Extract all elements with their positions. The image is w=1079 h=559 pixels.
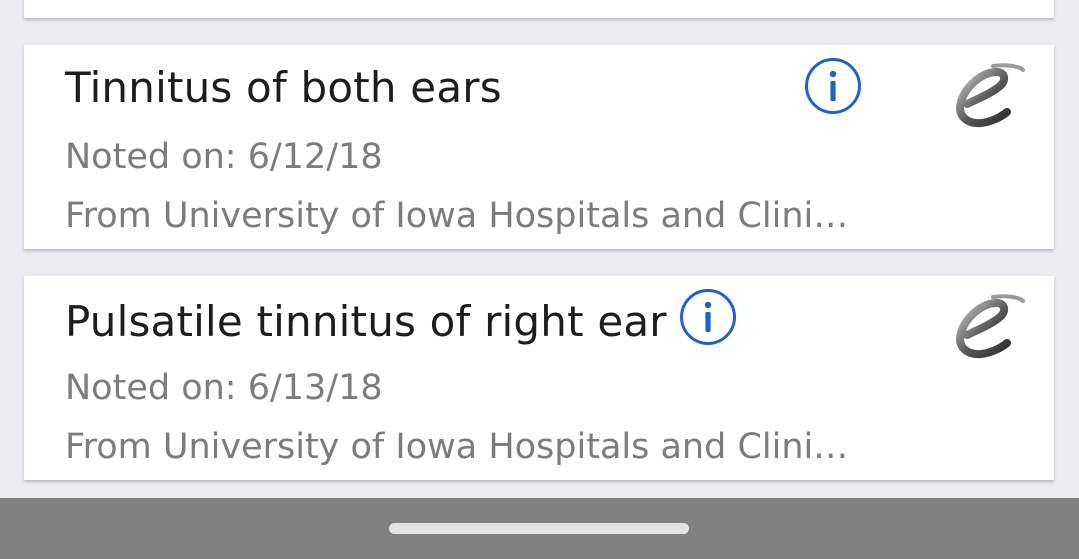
problem-title-row: Tinnitus of both ears [65,67,502,109]
problem-card[interactable]: Tinnitus of both ears Noted on: 6/12/18 … [24,45,1054,249]
info-icon[interactable] [804,57,862,115]
problem-title-row: Pulsatile tinnitus of right ear [65,289,737,346]
epic-logo-icon [949,63,1025,131]
source-organization: From University of Iowa Hospitals and Cl… [65,430,849,465]
problem-card[interactable]: Pulsatile tinnitus of right ear Noted on… [24,276,1054,480]
problem-list-screen: Tinnitus of both ears Noted on: 6/12/18 … [0,0,1079,559]
epic-logo-icon [949,294,1025,362]
system-navigation-bar [0,498,1079,559]
problem-title: Pulsatile tinnitus of right ear [65,297,667,346]
noted-date: Noted on: 6/12/18 [65,137,383,177]
home-handle[interactable] [389,523,689,534]
noted-date: Noted on: 6/13/18 [65,368,383,408]
problem-card-previous[interactable] [24,0,1054,18]
problem-title: Tinnitus of both ears [65,63,502,112]
source-organization: From University of Iowa Hospitals and Cl… [65,199,849,234]
info-icon[interactable] [679,288,737,346]
